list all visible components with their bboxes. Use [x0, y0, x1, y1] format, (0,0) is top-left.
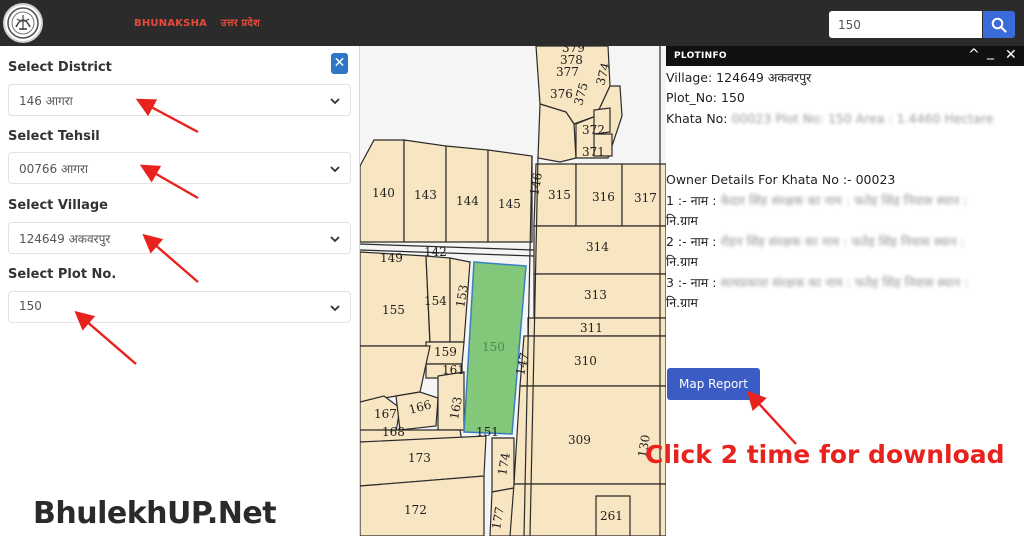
plot-label: 140 — [372, 186, 395, 200]
owner-3-suffix: नि.ग्राम — [666, 295, 698, 310]
plot-info-header: PLOTINFO ^ _ ✕ — [666, 44, 1024, 66]
plot-label: 316 — [592, 190, 615, 204]
map-canvas[interactable]: 379 378 377 376 375 374 372 371 140 143 … — [360, 46, 666, 536]
plot-label: 376 — [550, 87, 573, 101]
plot-label: 310 — [574, 354, 597, 368]
district-label: Select District — [8, 60, 112, 75]
plot-label: 143 — [414, 188, 437, 202]
brand-primary: BHUNAKSHA — [134, 18, 208, 29]
download-instruction: Click 2 time for download — [645, 440, 1005, 469]
collapse-icon[interactable]: ^ — [968, 47, 980, 63]
khata-prefix: Khata No: — [666, 111, 728, 126]
owner-details-heading: Owner Details For Khata No :- 00023 — [666, 172, 896, 187]
plot-label: 311 — [580, 321, 603, 335]
owner-2-blurred: रोहन सिंह संरक्षक का नाम : फतेह सिंह निव… — [720, 234, 965, 249]
plot-label: 151 — [476, 425, 499, 439]
plot-label: 172 — [404, 503, 427, 517]
tehsil-value: 00766 आगरा — [19, 162, 89, 176]
chevron-down-icon — [330, 305, 340, 312]
close-panel-button[interactable]: ✕ — [331, 53, 348, 74]
minimize-icon[interactable]: _ — [987, 44, 994, 60]
plot-label: 154 — [424, 294, 447, 308]
site-watermark: BhulekhUP.Net — [33, 496, 277, 531]
plot-label: 145 — [498, 197, 521, 211]
search-button[interactable] — [983, 11, 1015, 38]
owner-1-prefix: 1 :- नाम : — [666, 193, 717, 208]
plot-label: 167 — [374, 407, 397, 421]
plot-label: 377 — [556, 65, 579, 79]
selected-plot-label: 150 — [482, 340, 505, 354]
owner-3-blurred: सत्यप्रकाश संरक्षक का नाम : फतेह सिंह नि… — [720, 275, 969, 290]
plot-no-select[interactable]: 150 — [8, 291, 351, 323]
up-emblem-logo — [3, 3, 43, 43]
brand-secondary: उत्तर प्रदेश — [220, 18, 260, 29]
plot-label: 314 — [586, 240, 609, 254]
owner-1: 1 :- नाम : केदार सिंह संरक्षक का नाम : फ… — [666, 192, 967, 209]
road-line — [360, 243, 535, 251]
plot-label: 161 — [442, 363, 465, 377]
top-header-bar: BHUNAKSHA उत्तर प्रदेश — [0, 0, 1024, 46]
chevron-down-icon — [330, 236, 340, 243]
owner-3: 3 :- नाम : सत्यप्रकाश संरक्षक का नाम : फ… — [666, 274, 968, 291]
district-select[interactable]: 146 आगरा — [8, 84, 351, 116]
chevron-down-icon — [330, 166, 340, 173]
plot-label: 159 — [434, 345, 457, 359]
plot-label: 372 — [582, 123, 605, 137]
plot-info-title: PLOTINFO — [674, 51, 727, 61]
search-icon — [991, 17, 1007, 33]
plot-label: 168 — [382, 425, 405, 439]
village-info: Village: 124649 अकवरपुर — [666, 70, 812, 85]
plot-label: 153 — [453, 284, 471, 309]
map-parcel — [509, 483, 666, 536]
plot-label: 315 — [548, 188, 571, 202]
emblem-icon — [7, 7, 39, 39]
tehsil-select[interactable]: 00766 आगरा — [8, 152, 351, 184]
plot-search-input[interactable] — [829, 11, 982, 38]
chevron-down-icon — [330, 98, 340, 105]
district-value: 146 आगरा — [19, 94, 73, 108]
plot-label: 261 — [600, 509, 623, 523]
owner-2-prefix: 2 :- नाम : — [666, 234, 717, 249]
owner-2-suffix: नि.ग्राम — [666, 254, 698, 269]
khata-info: Khata No: 00023 Plot No: 150 Area : 1.44… — [666, 111, 994, 126]
owner-1-blurred: केदार सिंह संरक्षक का नाम : फतेह सिंह नि… — [720, 193, 968, 208]
plot-label: 155 — [382, 303, 405, 317]
plot-label: 149 — [380, 251, 403, 265]
map-report-button[interactable]: Map Report — [667, 368, 760, 400]
village-label: Select Village — [8, 198, 108, 213]
plot-number-info: Plot_No: 150 — [666, 90, 745, 105]
plot-label: 142 — [424, 245, 447, 259]
plot-label: 309 — [568, 433, 591, 447]
close-icon[interactable]: ✕ — [1005, 47, 1017, 63]
plot-label: 317 — [634, 191, 657, 205]
khata-details-blurred: 00023 Plot No: 150 Area : 1.4460 Hectare — [731, 111, 994, 126]
map-parcel — [360, 251, 431, 347]
plot-no-label: Select Plot No. — [8, 267, 117, 282]
brand-title[interactable]: BHUNAKSHA उत्तर प्रदेश — [134, 15, 260, 29]
map-parcel — [487, 149, 533, 243]
village-value: 124649 अकवरपुर — [19, 232, 111, 246]
plot-no-value: 150 — [19, 299, 42, 313]
village-select[interactable]: 124649 अकवरपुर — [8, 222, 351, 254]
plot-label: 313 — [584, 288, 607, 302]
plot-label: 173 — [408, 451, 431, 465]
plot-label: 371 — [582, 145, 605, 159]
owner-1-suffix: नि.ग्राम — [666, 213, 698, 228]
location-selection-panel: ✕ Select District 146 आगरा Select Tehsil… — [0, 46, 360, 536]
cadastral-map[interactable]: 379 378 377 376 375 374 372 371 140 143 … — [360, 46, 666, 536]
owner-3-prefix: 3 :- नाम : — [666, 275, 717, 290]
plot-label: 144 — [456, 194, 479, 208]
owner-2: 2 :- नाम : रोहन सिंह संरक्षक का नाम : फत… — [666, 233, 965, 250]
tehsil-label: Select Tehsil — [8, 129, 100, 144]
